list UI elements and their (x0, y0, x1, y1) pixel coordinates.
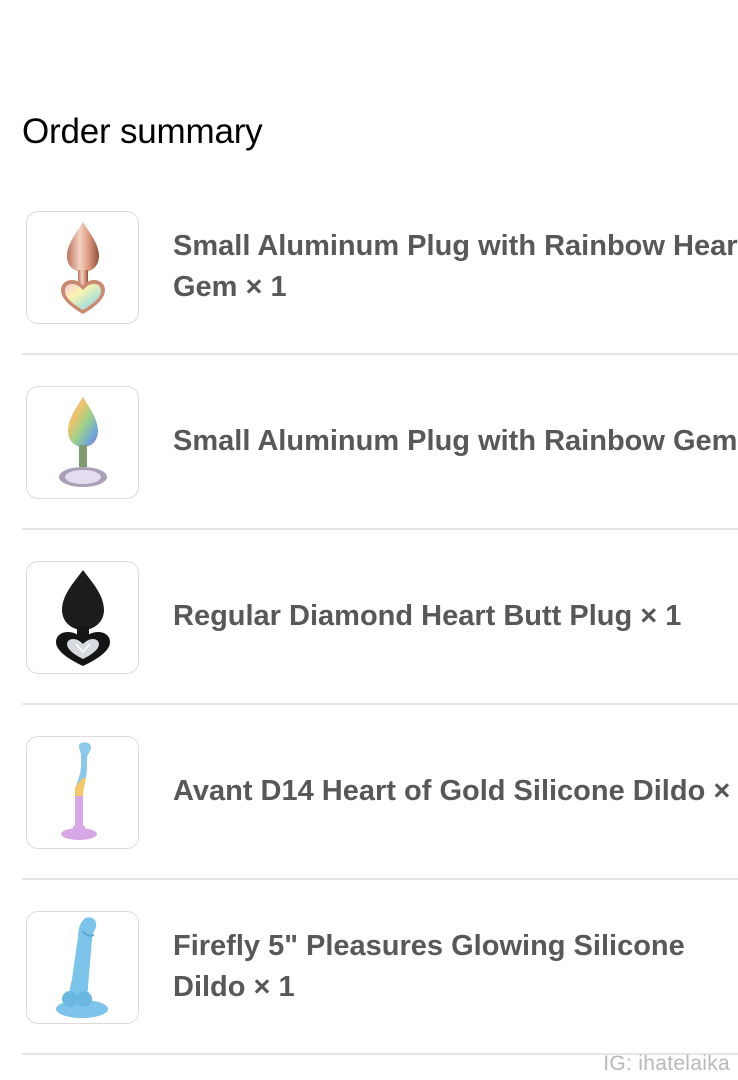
product-thumbnail[interactable] (26, 736, 139, 849)
product-thumbnail[interactable] (26, 386, 139, 499)
order-item[interactable]: Avant D14 Heart of Gold Silicone Dildo ×… (22, 705, 738, 880)
product-thumbnail[interactable] (26, 911, 139, 1024)
watermark: IG: ihatelaika (603, 1052, 730, 1075)
rainbow-metal-plug-image (58, 396, 107, 487)
product-title[interactable]: Regular Diamond Heart Butt Plug × 1 (173, 530, 738, 703)
order-item[interactable]: Small Aluminum Plug with Rainbow Heart G… (22, 180, 738, 355)
order-item[interactable]: Firefly 5" Pleasures Glowing Silicone Di… (22, 880, 738, 1055)
product-thumbnail[interactable] (26, 561, 139, 674)
blue-glow-dildo-image (55, 916, 108, 1018)
black-heart-plug-image (55, 569, 110, 666)
product-title[interactable]: Avant D14 Heart of Gold Silicone Dildo ×… (173, 705, 738, 878)
pastel-dildo-image (60, 741, 97, 840)
order-item[interactable]: Regular Diamond Heart Butt Plug × 1 (22, 530, 738, 705)
product-title[interactable]: Small Aluminum Plug with Rainbow Gem × 1 (173, 355, 738, 528)
product-title[interactable]: Firefly 5" Pleasures Glowing Silicone Di… (173, 880, 738, 1053)
product-thumbnail[interactable] (26, 211, 139, 324)
order-items-list: Small Aluminum Plug with Rainbow Heart G… (22, 180, 738, 1055)
rose-gold-heart-plug-image (60, 221, 105, 314)
order-item[interactable]: Small Aluminum Plug with Rainbow Gem × 1 (22, 355, 738, 530)
page-title: Order summary (22, 112, 263, 151)
product-title[interactable]: Small Aluminum Plug with Rainbow Heart G… (173, 180, 738, 353)
